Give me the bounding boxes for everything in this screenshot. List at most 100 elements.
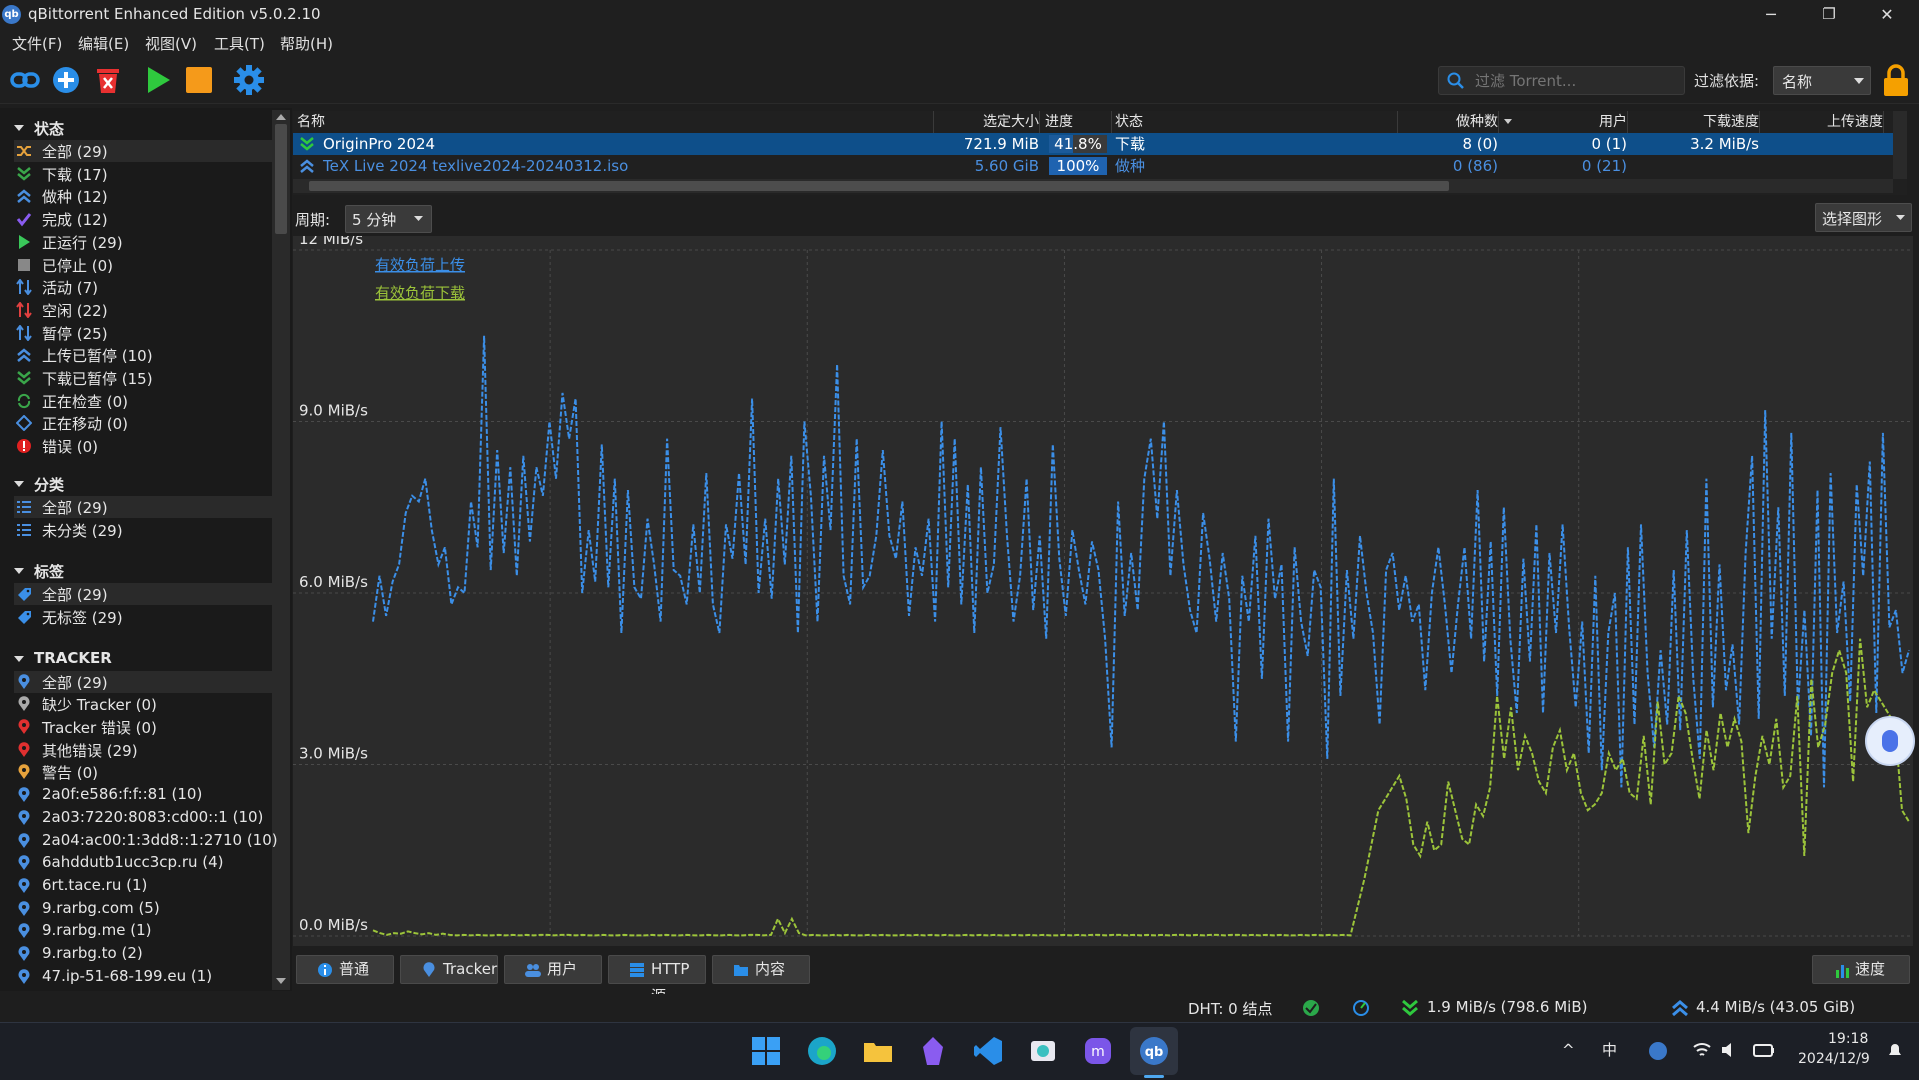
qbittorrent-icon[interactable]: qb [1138,1035,1170,1067]
sidebar-category-item-0[interactable]: 全部 (29) [14,495,272,518]
maximize-button[interactable]: ❐ [1800,0,1858,29]
lock-icon[interactable] [1881,63,1911,97]
sidebar-tracker-item-12[interactable]: 9.rarbg.to (2) [14,943,272,965]
sidebar-status-item-4[interactable]: 正运行 (29) [14,231,272,253]
col-ul-speed[interactable]: 上传速度 [1763,111,1884,133]
sidebar-status-item-5[interactable]: 已停止 (0) [14,254,272,276]
legend-entry[interactable]: 有效负荷下载 [375,284,465,302]
wifi-icon[interactable] [1692,1041,1712,1059]
tray-chevron[interactable]: ^ [1562,1041,1575,1059]
obsidian-icon[interactable] [917,1035,949,1067]
tag-header[interactable]: 标签 [34,561,64,582]
sidebar-status-item-1[interactable]: 下载 (17) [14,163,272,185]
table-hscrollbar[interactable] [293,179,1893,193]
close-button[interactable]: ✕ [1858,0,1916,29]
sidebar-status-item-6[interactable]: 活动 (7) [14,276,272,298]
menu-edit[interactable]: 编辑(E) [78,33,129,54]
sidebar-status-item-13[interactable]: 错误 (0) [14,435,272,457]
collapse-toggle[interactable] [14,125,24,131]
tab-3[interactable]: HTTP 源 [608,955,706,1005]
ime-indicator[interactable]: 中 [1602,1039,1617,1060]
tray-app-icon[interactable] [1648,1041,1668,1061]
delete-icon[interactable] [91,63,125,97]
category-header[interactable]: 分类 [34,474,64,495]
sidebar-status-item-8[interactable]: 暂停 (25) [14,322,272,344]
collapse-chevron-icon[interactable] [14,655,24,662]
sidebar-tag-item-1[interactable]: 无标签 (29) [14,606,272,628]
search-input[interactable] [1473,70,1677,92]
options-icon[interactable] [232,63,266,97]
col-peers[interactable]: 用户 [1503,111,1628,133]
sidebar-tracker-item-8[interactable]: 6ahddutb1ucc3cp.ru (4) [14,852,272,874]
sidebar-tracker-item-2[interactable]: Tracker 错误 (0) [14,716,272,738]
sidebar-tracker-item-11[interactable]: 9.rarbg.me (1) [14,920,272,942]
sidebar-tracker-item-10[interactable]: 9.rarbg.com (5) [14,898,272,920]
table-vscrollbar[interactable] [1893,111,1907,179]
start-icon[interactable] [750,1035,782,1067]
col-progress[interactable]: 进度 [1041,111,1112,133]
filter-select[interactable]: 名称 [1773,66,1871,95]
collapse-chevron-icon[interactable] [14,125,24,131]
sidebar-status-item-10[interactable]: 下载已暂停 (15) [14,367,272,389]
col-dl-speed[interactable]: 下载速度 [1633,111,1760,133]
sidebar-tracker-item-5[interactable]: 2a0f:e586:f:f::81 (10) [14,784,272,806]
sidebar-tracker-item-9[interactable]: 6rt.tace.ru (1) [14,875,272,897]
col-name[interactable]: 名称 [297,111,934,133]
sidebar-status-item-11[interactable]: 正在检查 (0) [14,390,272,412]
torrent-row[interactable]: TeX Live 2024 texlive2024-20240312.iso 5.… [293,155,1893,177]
tab-1[interactable]: Tracker [400,955,498,984]
sidebar-status-item-9[interactable]: 上传已暂停 (10) [14,344,272,366]
hscroll-thumb[interactable] [309,181,1449,191]
app-icon[interactable] [1027,1035,1059,1067]
tab-speed[interactable]: 速度 [1812,955,1910,984]
search-box[interactable] [1438,66,1685,95]
sidebar-scrollbar[interactable] [272,110,290,990]
sidebar-tracker-item-13[interactable]: 47.ip-51-68-199.eu (1) [14,966,272,988]
collapse-toggle[interactable] [14,480,24,487]
col-status[interactable]: 状态 [1111,111,1398,133]
sidebar-status-item-2[interactable]: 做种 (12) [14,185,272,207]
tab-2[interactable]: 用户 [504,955,602,984]
edge-icon[interactable] [806,1035,838,1067]
sidebar-tracker-item-4[interactable]: 警告 (0) [14,761,272,783]
menu-tools[interactable]: 工具(T) [214,33,265,54]
floating-assistant-button[interactable] [1865,716,1915,766]
tracker-header[interactable]: TRACKER [34,649,112,667]
tab-4[interactable]: 内容 [712,955,810,984]
scroll-down-icon[interactable] [276,978,286,984]
period-select[interactable]: 5 分钟 [345,205,432,233]
col-seeds[interactable]: 做种数 [1398,111,1499,133]
menu-view[interactable]: 视图(V) [145,33,197,54]
sidebar-tracker-item-0[interactable]: 全部 (29) [14,670,272,693]
menu-file[interactable]: 文件(F) [12,33,62,54]
connection-status-icon[interactable] [1302,999,1320,1017]
sidebar-tracker-item-7[interactable]: 2a04:ac00:1:3dd8::1:2710 (10) [14,830,278,852]
sidebar-category-item-1[interactable]: 未分类 (29) [14,519,272,541]
collapse-chevron-icon[interactable] [14,568,24,575]
sidebar-status-item-12[interactable]: 正在移动 (0) [14,412,272,434]
speed-limit-icon[interactable] [1352,999,1370,1017]
col-size[interactable]: 选定大小 [943,111,1040,133]
collapse-chevron-icon[interactable] [14,480,24,487]
clock-time[interactable]: 19:18 [1828,1031,1868,1047]
tab-0[interactable]: 普通 [296,955,394,984]
vscode-icon[interactable] [972,1035,1004,1067]
sidebar-tag-item-0[interactable]: 全部 (29) [14,583,272,606]
resume-icon[interactable] [140,63,174,97]
minimize-button[interactable]: ─ [1742,0,1800,29]
volume-icon[interactable] [1720,1041,1740,1059]
sidebar-status-item-0[interactable]: 全部 (29) [14,140,272,162]
menu-help[interactable]: 帮助(H) [280,33,333,54]
sidebar-tracker-item-6[interactable]: 2a03:7220:8083:cd00::1 (10) [14,807,272,829]
scroll-up-icon[interactable] [276,114,286,120]
status-header[interactable]: 状态 [34,118,64,139]
collapse-toggle[interactable] [14,568,24,575]
collapse-toggle[interactable] [14,655,24,662]
battery-icon[interactable] [1752,1041,1776,1059]
torrent-row[interactable]: OriginPro 2024 721.9 MiB 41.8% 下载 8 (0) 0 (1)… [293,133,1893,155]
sidebar-tracker-item-3[interactable]: 其他错误 (29) [14,739,272,761]
notification-bell-icon[interactable] [1885,1041,1905,1061]
explorer-icon[interactable] [862,1035,894,1067]
sidebar-status-item-3[interactable]: 完成 (12) [14,208,272,230]
pause-icon[interactable] [182,63,216,97]
